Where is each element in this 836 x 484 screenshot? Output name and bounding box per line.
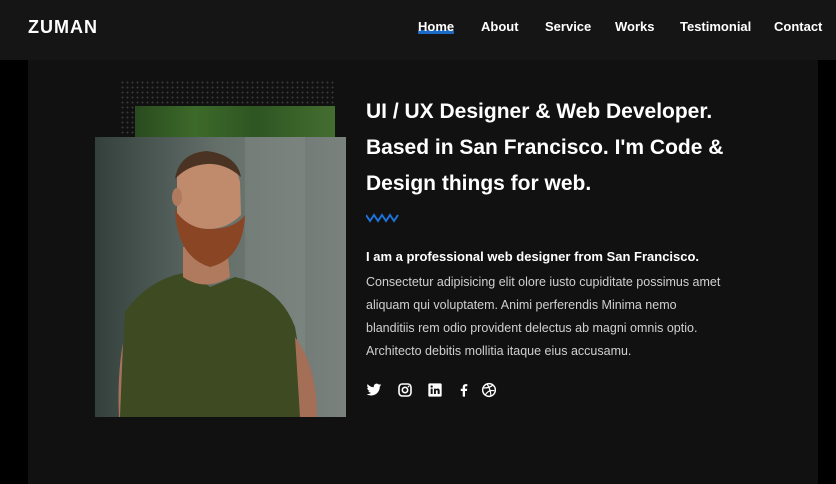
description-line: Consectetur adipisicing elit olore iusto… <box>366 275 721 289</box>
facebook-icon[interactable] <box>456 382 472 398</box>
nav-about-label: About <box>481 19 519 34</box>
instagram-icon[interactable] <box>397 382 413 398</box>
nav-service-label: Service <box>545 19 592 34</box>
nav-about[interactable]: About <box>481 19 519 34</box>
description-line: blanditiis rem odio provident delectus a… <box>366 321 698 335</box>
hero-description: Consectetur adipisicing elit olore iusto… <box>366 271 756 363</box>
top-navbar: ZUMAN Home About Service Works Testimoni… <box>0 0 836 60</box>
hero-headline: UI / UX Designer & Web Developer. Based … <box>366 94 786 202</box>
main-nav: Home About Service Works Testimonial Con… <box>0 19 836 39</box>
nav-works[interactable]: Works <box>615 19 655 34</box>
dribbble-icon[interactable] <box>481 382 497 398</box>
headline-line: Based in San Francisco. I'm Code & <box>366 136 724 159</box>
headline-line: UI / UX Designer & Web Developer. <box>366 100 713 123</box>
nav-contact[interactable]: Contact <box>774 19 822 34</box>
nav-testimonial[interactable]: Testimonial <box>680 19 751 34</box>
nav-works-label: Works <box>615 19 655 34</box>
nav-home[interactable]: Home <box>418 19 455 34</box>
zigzag-divider-icon <box>366 213 399 223</box>
nav-home-label: Home <box>418 19 455 34</box>
nav-testimonial-label: Testimonial <box>680 19 752 34</box>
headline-line: Design things for web. <box>366 172 592 195</box>
description-line: aliquam qui voluptatem. Animi perferendi… <box>366 298 677 312</box>
hero-subhead: I am a professional web designer from Sa… <box>366 249 700 264</box>
man-portrait-illustration <box>95 137 346 417</box>
linkedin-icon[interactable] <box>427 382 443 398</box>
nav-service[interactable]: Service <box>545 19 591 34</box>
description-line: Architecto debitis mollitia itaque eius … <box>366 344 632 358</box>
twitter-icon[interactable] <box>366 382 382 398</box>
profile-photo <box>95 137 346 417</box>
nav-contact-label: Contact <box>774 19 823 34</box>
